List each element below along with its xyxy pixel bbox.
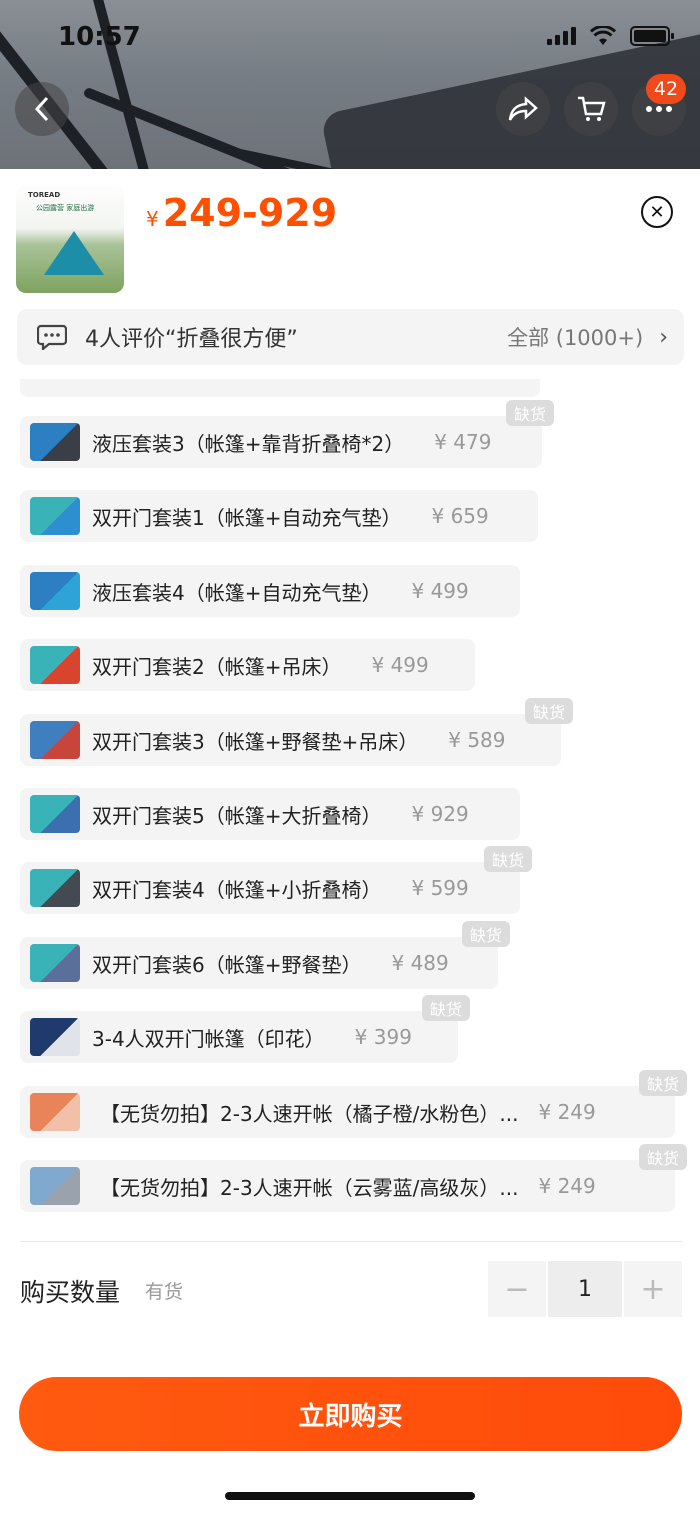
sku-option-price: ¥ 249: [538, 1100, 596, 1124]
price-currency: ¥: [146, 207, 159, 231]
sku-option[interactable]: 【无货勿拍】2-3人速开帐（云雾蓝/高级灰）... ¥ 249 缺货: [20, 1144, 687, 1212]
sku-option-price: ¥ 499: [411, 579, 469, 603]
sku-option-label: 双开门套装6（帐篷+野餐垫）: [92, 952, 362, 977]
sku-option-price: ¥ 499: [371, 653, 429, 677]
sku-option-label: 液压套装3（帐篷+靠背折叠椅*2）: [92, 431, 405, 456]
thumbnail-brand-text: TOREAD: [28, 191, 61, 199]
sku-options-list[interactable]: 液压套装3（帐篷+靠背折叠椅*2） ¥ 479 缺货 双开门套装1（帐篷+自动充气垫）…: [0, 379, 700, 1241]
review-text: 4人评价“折叠很方便”: [85, 327, 298, 352]
tent-image: [44, 231, 104, 275]
status-icons: [547, 26, 674, 46]
home-indicator: [225, 1492, 475, 1500]
buy-now-button[interactable]: 立即购买: [19, 1377, 682, 1451]
comment-icon: [37, 324, 67, 350]
stock-status: 有货: [145, 1281, 184, 1303]
sku-option-price: ¥ 479: [434, 430, 492, 454]
out-of-stock-badge: 缺货: [524, 698, 573, 724]
status-bar: 10:57: [0, 18, 700, 58]
price-range: ¥ 249-929: [146, 191, 337, 235]
out-of-stock-badge: 缺货: [461, 921, 510, 947]
sku-option-thumbnail: [30, 721, 80, 759]
wifi-icon: [590, 26, 616, 45]
sku-option[interactable]: 双开门套装2（帐篷+吊床） ¥ 499: [20, 639, 475, 691]
review-summary-bar[interactable]: 4人评价“折叠很方便” 全部 (1000+) ›: [17, 309, 684, 365]
sku-option-thumbnail: [30, 1093, 80, 1131]
sku-selection-sheet: TOREAD 公园露营 家庭出游 ¥ 249-929 ✕ 4人评价“折叠很方便”…: [0, 169, 700, 1514]
sku-option-label: 双开门套装5（帐篷+大折叠椅）: [92, 803, 382, 828]
sku-option[interactable]: 双开门套装6（帐篷+野餐垫） ¥ 489 缺货: [20, 921, 510, 989]
sku-option-thumbnail: [30, 1018, 80, 1056]
sku-option-label: 双开门套装1（帐篷+自动充气垫）: [92, 505, 402, 530]
out-of-stock-badge: 缺货: [638, 1070, 687, 1096]
cart-button[interactable]: [564, 82, 618, 136]
sku-option[interactable]: 【无货勿拍】2-3人速开帐（橘子橙/水粉色）... ¥ 249 缺货: [20, 1070, 687, 1138]
signal-icon: [547, 27, 576, 45]
sku-option-price: ¥ 929: [411, 802, 469, 826]
sku-option-label: 双开门套装4（帐篷+小折叠椅）: [92, 877, 382, 902]
sku-option-label: 双开门套装2（帐篷+吊床）: [92, 654, 342, 679]
sku-option[interactable]: 双开门套装3（帐篷+野餐垫+吊床） ¥ 589 缺货: [20, 698, 573, 766]
message-count-badge: 42: [646, 74, 686, 104]
sku-option-thumbnail: [30, 572, 80, 610]
sku-option[interactable]: 双开门套装5（帐篷+大折叠椅） ¥ 929: [20, 788, 520, 840]
sku-option-thumbnail: [30, 423, 80, 461]
quantity-value[interactable]: 1: [548, 1261, 622, 1317]
sku-option-price: ¥ 249: [538, 1174, 596, 1198]
sku-option-partial[interactable]: [20, 379, 540, 397]
sku-option-price: ¥ 489: [391, 951, 449, 975]
sku-option[interactable]: 液压套装4（帐篷+自动充气垫） ¥ 499: [20, 565, 520, 617]
sku-option-price: ¥ 659: [431, 504, 489, 528]
sku-option-label: 3-4人双开门帐篷（印花）: [92, 1026, 325, 1051]
back-button[interactable]: [15, 82, 69, 136]
price-value: 249-929: [162, 191, 338, 235]
product-thumbnail[interactable]: TOREAD 公园露营 家庭出游: [16, 185, 124, 293]
sku-option[interactable]: 双开门套装1（帐篷+自动充气垫） ¥ 659: [20, 490, 538, 542]
sku-option-price: ¥ 599: [411, 876, 469, 900]
out-of-stock-badge: 缺货: [505, 400, 554, 426]
quantity-stepper[interactable]: − 1 +: [488, 1261, 682, 1317]
sku-option-label: 【无货勿拍】2-3人速开帐（云雾蓝/高级灰）...: [100, 1175, 519, 1200]
product-gallery-backdrop: 10:57 42: [0, 0, 700, 180]
sku-option-thumbnail: [30, 497, 80, 535]
battery-icon: [630, 26, 674, 46]
sku-option-thumbnail: [30, 869, 80, 907]
sku-option-thumbnail: [30, 646, 80, 684]
chevron-right-icon: ›: [659, 324, 668, 350]
chevron-left-icon: [34, 96, 49, 122]
sku-option-label: 【无货勿拍】2-3人速开帐（橘子橙/水粉色）...: [100, 1101, 519, 1126]
out-of-stock-badge: 缺货: [638, 1144, 687, 1170]
cart-icon: [578, 96, 606, 121]
decrease-button[interactable]: −: [488, 1261, 546, 1317]
sku-option[interactable]: 3-4人双开门帐篷（印花） ¥ 399 缺货: [20, 995, 470, 1063]
share-icon: [508, 96, 538, 121]
close-button[interactable]: ✕: [641, 196, 673, 228]
more-dots-icon: [646, 106, 672, 112]
share-button[interactable]: [496, 82, 550, 136]
out-of-stock-badge: 缺货: [483, 846, 532, 872]
thumbnail-banner-text: 公园露营 家庭出游: [36, 204, 95, 212]
sku-option[interactable]: 双开门套装4（帐篷+小折叠椅） ¥ 599 缺货: [20, 846, 532, 914]
close-icon: ✕: [649, 201, 665, 223]
divider: [20, 1241, 682, 1242]
review-all-link[interactable]: 全部 (1000+): [507, 322, 643, 352]
out-of-stock-badge: 缺货: [421, 995, 470, 1021]
increase-button[interactable]: +: [624, 1261, 682, 1317]
sku-option-thumbnail: [30, 1167, 80, 1205]
sku-option-price: ¥ 399: [354, 1025, 412, 1049]
sku-option[interactable]: 液压套装3（帐篷+靠背折叠椅*2） ¥ 479 缺货: [20, 400, 554, 468]
sku-option-thumbnail: [30, 795, 80, 833]
sku-option-price: ¥ 589: [448, 728, 506, 752]
quantity-label: 购买数量: [20, 1278, 121, 1307]
status-time: 10:57: [58, 22, 141, 52]
sku-option-thumbnail: [30, 944, 80, 982]
sku-option-label: 液压套装4（帐篷+自动充气垫）: [92, 580, 382, 605]
sku-option-label: 双开门套装3（帐篷+野餐垫+吊床）: [92, 729, 419, 754]
